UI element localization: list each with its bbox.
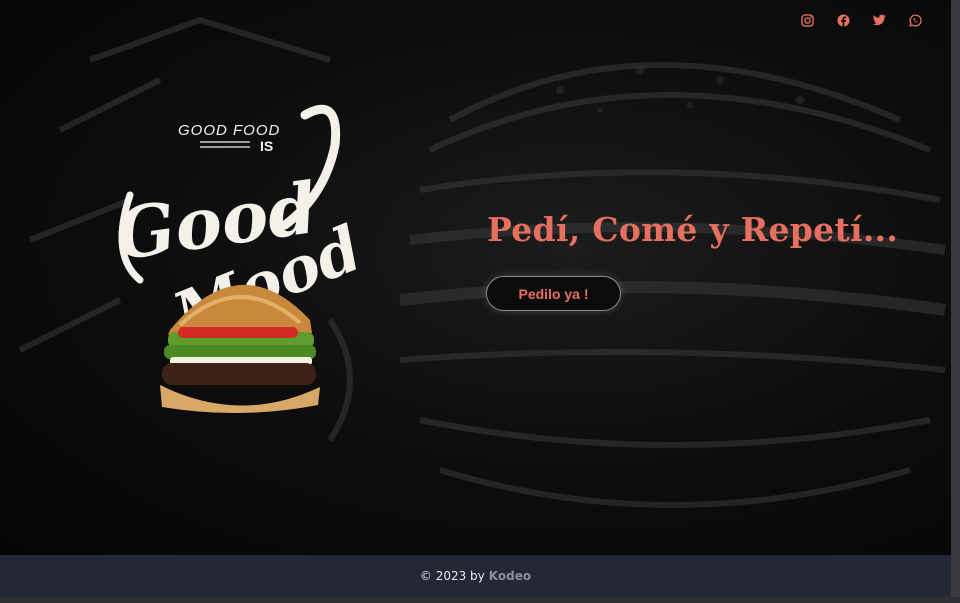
bottom-strip [0, 597, 960, 603]
footer-copyright: © 2023 by [419, 569, 485, 583]
footer-brand-link[interactable]: Kodeo [489, 569, 531, 583]
social-links [799, 12, 923, 28]
logo-good-food-text: GOOD FOOD [178, 122, 280, 139]
order-now-button[interactable]: Pedilo ya ! [486, 276, 621, 311]
logo-is-text: IS [260, 138, 273, 154]
footer: © 2023 by Kodeo [0, 555, 951, 597]
instagram-icon[interactable] [799, 12, 815, 28]
hero-headline: Pedí, Comé y Repetí... [487, 210, 899, 249]
facebook-icon[interactable] [835, 12, 851, 28]
twitter-icon[interactable] [871, 12, 887, 28]
hero-section: GOOD FOOD IS Good Mood Pedí, Comé y Repe… [0, 0, 951, 555]
scrollbar[interactable] [951, 0, 960, 603]
good-mood-logo: GOOD FOOD IS Good Mood [110, 104, 365, 414]
whatsapp-icon[interactable] [907, 12, 923, 28]
